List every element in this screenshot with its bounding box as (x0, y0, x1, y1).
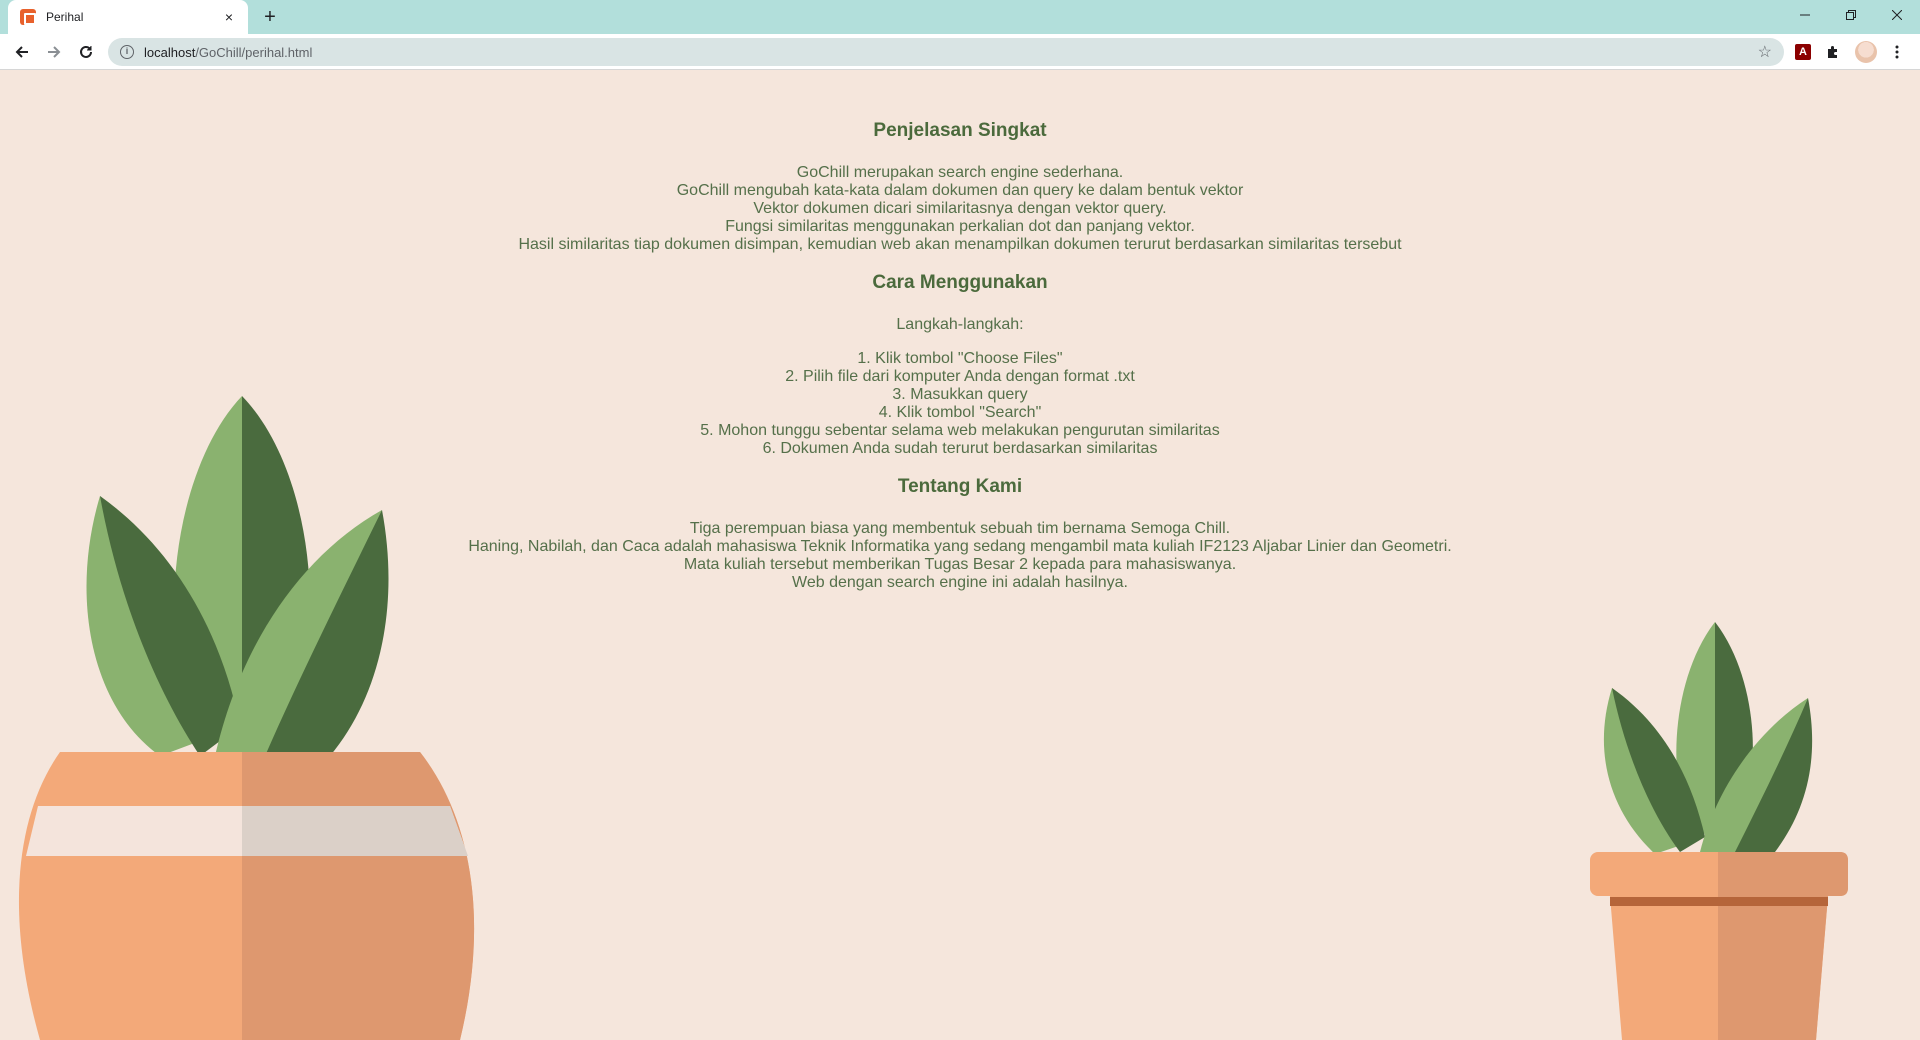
info-icon[interactable]: i (120, 45, 134, 59)
profile-avatar (1855, 41, 1877, 63)
reload-button[interactable] (72, 38, 100, 66)
step-item: 1. Klik tombol "Choose Files" (857, 350, 1063, 367)
tab-title: Perihal (46, 10, 84, 24)
steps-list: 1. Klik tombol "Choose Files" 2. Pilih f… (0, 350, 1920, 458)
address-bar[interactable]: i localhost/GoChill/perihal.html ☆ (108, 38, 1784, 66)
summary-paragraph: GoChill merupakan search engine sederhan… (0, 164, 1920, 254)
reload-icon (80, 45, 92, 58)
extensions-button[interactable] (1822, 41, 1844, 63)
close-window-button[interactable] (1874, 0, 1920, 30)
minimize-button[interactable] (1782, 0, 1828, 30)
new-tab-button[interactable]: + (258, 6, 282, 30)
summary-line: Hasil similaritas tiap dokumen disimpan,… (518, 236, 1402, 253)
xampp-favicon-icon (20, 9, 36, 25)
step-item: 2. Pilih file dari komputer Anda dengan … (785, 368, 1135, 385)
back-icon (15, 46, 28, 58)
back-button[interactable] (8, 38, 36, 66)
forward-icon (48, 46, 61, 58)
tab-perihal[interactable]: Perihal × (8, 0, 248, 34)
url-path: /GoChill/perihal.html (195, 44, 313, 60)
step-item: 4. Klik tombol "Search" (878, 404, 1042, 421)
url-text: localhost/GoChill/perihal.html (144, 45, 1758, 60)
summary-line: Vektor dokumen dicari similaritasnya den… (753, 200, 1167, 217)
about-content: Penjelasan Singkat GoChill merupakan sea… (0, 70, 1920, 592)
summary-heading: Penjelasan Singkat (873, 120, 1047, 141)
tab-close-icon[interactable]: × (220, 8, 238, 26)
pdf-extension-button[interactable]: A (1792, 41, 1814, 63)
about-heading: Tentang Kami (897, 476, 1023, 497)
minimize-icon (1800, 14, 1810, 16)
pdf-extension-icon: A (1795, 44, 1811, 60)
star-icon[interactable]: ☆ (1758, 42, 1772, 62)
about-line: Mata kuliah tersebut memberikan Tugas Be… (683, 556, 1237, 573)
howto-heading: Cara Menggunakan (872, 272, 1048, 293)
url-host: localhost (144, 44, 196, 60)
small-potted-plant-illustration (1590, 622, 1848, 1040)
about-line: Haning, Nabilah, dan Caca adalah mahasis… (468, 538, 1452, 555)
forward-button[interactable] (40, 38, 68, 66)
browser-toolbar: i localhost/GoChill/perihal.html ☆ A (0, 34, 1920, 70)
menu-button[interactable] (1886, 41, 1908, 63)
puzzle-extension-icon (1828, 46, 1837, 58)
tab-strip: Perihal × + (0, 0, 1920, 34)
step-item: 5. Mohon tunggu sebentar selama web mela… (700, 422, 1220, 439)
summary-line: Fungsi similaritas menggunakan perkalian… (725, 218, 1195, 235)
summary-line: GoChill mengubah kata-kata dalam dokumen… (676, 182, 1244, 199)
menu-icon (1895, 45, 1899, 59)
restore-button[interactable] (1828, 0, 1874, 30)
steps-label: Langkah-langkah: (896, 316, 1024, 333)
about-line: Web dengan search engine ini adalah hasi… (792, 574, 1128, 591)
window-controls (1782, 0, 1920, 30)
step-item: 6. Dokumen Anda sudah terurut berdasarka… (762, 440, 1158, 457)
restore-icon (1846, 10, 1856, 20)
summary-line: GoChill merupakan search engine sederhan… (796, 164, 1124, 181)
about-paragraph: Tiga perempuan biasa yang membentuk sebu… (0, 520, 1920, 592)
step-item: 3. Masukkan query (892, 386, 1028, 403)
about-line: Tiga perempuan biasa yang membentuk sebu… (689, 520, 1231, 537)
close-window-icon (1892, 10, 1902, 20)
profile-button[interactable] (1855, 41, 1877, 63)
